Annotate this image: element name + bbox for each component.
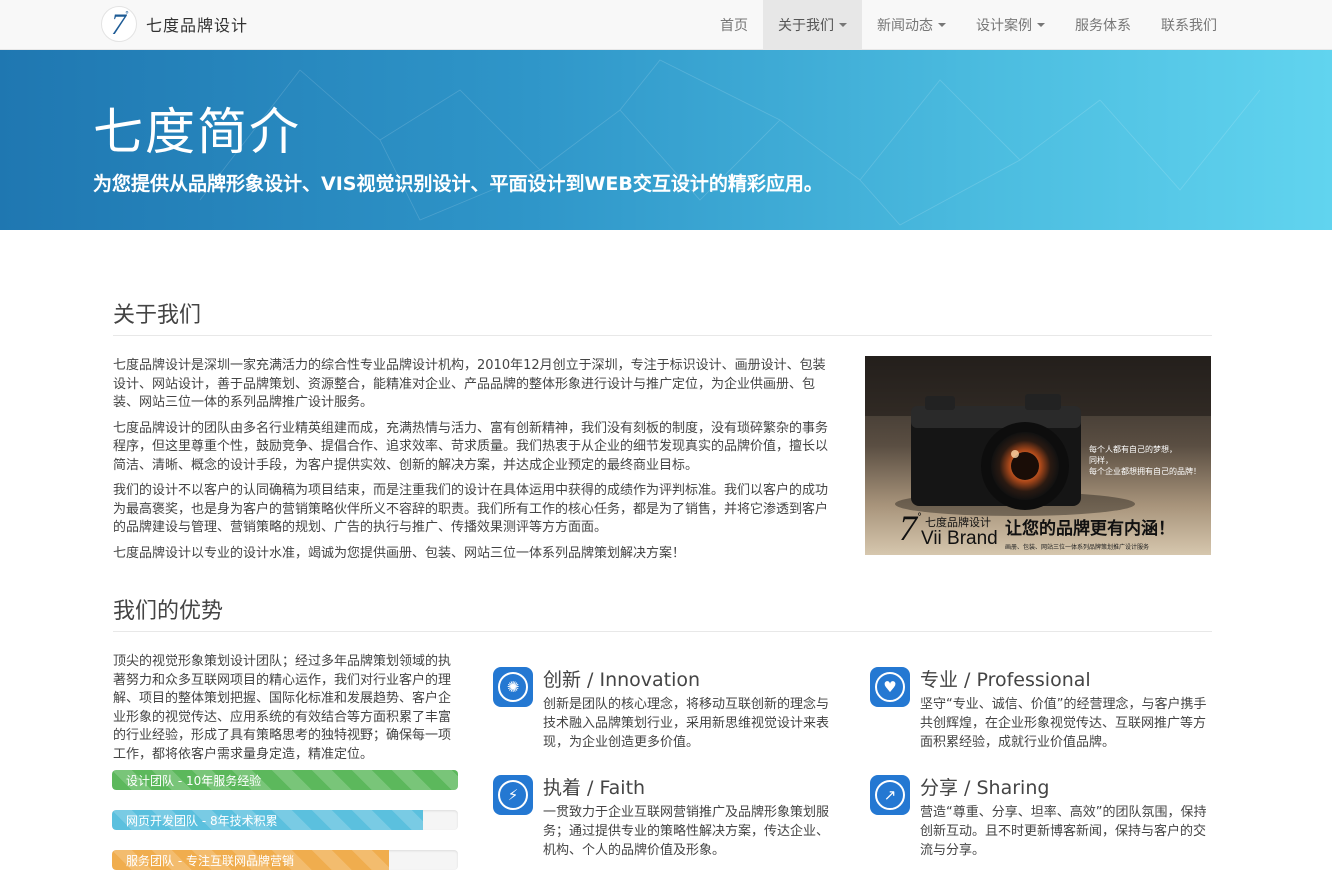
divider (113, 335, 1212, 336)
caret-down-icon (1037, 23, 1045, 27)
hero-subtitle: 为您提供从品牌形象设计、VIS视觉识别设计、平面设计到WEB交互设计的精彩应用。 (93, 173, 823, 195)
caret-down-icon (839, 23, 847, 27)
nav-item-news[interactable]: 新闻动态 (862, 0, 961, 50)
nav-item-cases[interactable]: 设计案例 (961, 0, 1060, 50)
main-nav: 首页 关于我们 新闻动态 设计案例 服务体系 联系我们 (705, 0, 1232, 50)
about-text: 七度品牌设计是深圳一家充满活力的综合性专业品牌设计机构，2010年12月创立于深… (113, 357, 831, 570)
lightbulb-icon: ✺ (493, 667, 533, 707)
about-heading: 关于我们 (113, 303, 202, 328)
progress-bar-web: 网页开发团队 - 8年技术积累 (112, 810, 458, 830)
navbar: 7 ° 七度品牌设计 首页 关于我们 新闻动态 设计案例 服务体系 联系我们 (0, 0, 1332, 50)
advantages-heading: 我们的优势 (113, 599, 224, 624)
progress-fill: 网页开发团队 - 8年技术积累 (112, 810, 424, 830)
hero-title: 七度简介 (93, 103, 301, 161)
camera-banner-image: 每个人都有自己的梦想， 同样， 每个企业都想拥有自己的品牌！ 7 ° 七度品牌设… (865, 356, 1211, 555)
progress-fill: 服务团队 - 专注互联网品牌营销 (112, 850, 389, 870)
tulip-icon: ♥ (870, 667, 910, 707)
share-icon: ↗ (870, 775, 910, 815)
advantages-intro: 顶尖的视觉形象策划设计团队；经过多年品牌策划领域的执著努力和众多互联网项目的精心… (113, 654, 452, 762)
nav-item-contact[interactable]: 联系我们 (1146, 0, 1232, 50)
about-paragraph: 七度品牌设计的团队由多名行业精英组建而成，充满热情与活力、富有创新精神，我们没有… (113, 420, 829, 473)
about-paragraph: 七度品牌设计以专业的设计水准，竭诚为您提供画册、包装、网站三位一体系列品牌策划解… (113, 545, 686, 561)
divider (113, 631, 1212, 632)
nav-item-services[interactable]: 服务体系 (1060, 0, 1146, 50)
about-paragraph: 七度品牌设计是深圳一家充满活力的综合性专业品牌设计机构，2010年12月创立于深… (113, 358, 826, 410)
progress-bar-service: 服务团队 - 专注互联网品牌营销 (112, 850, 458, 870)
nav-item-about[interactable]: 关于我们 (763, 0, 862, 50)
about-paragraph: 我们的设计不以客户的认同确稿为项目结束，而是注重我们的设计在具体运用中获得的成绩… (113, 483, 829, 535)
caret-down-icon (938, 23, 946, 27)
brand-name: 七度品牌设计 (146, 16, 249, 35)
brand-logo-icon: 7 ° (101, 6, 137, 42)
progress-fill: 设计团队 - 10年服务经验 (112, 770, 458, 790)
lightning-icon: ⚡ (493, 775, 533, 815)
progress-bar-design: 设计团队 - 10年服务经验 (112, 770, 458, 790)
brand-link[interactable]: 7 ° 七度品牌设计 (101, 6, 248, 42)
nav-item-home[interactable]: 首页 (705, 0, 763, 50)
hero-banner: 七度简介 为您提供从品牌形象设计、VIS视觉识别设计、平面设计到WEB交互设计的… (0, 50, 1332, 230)
